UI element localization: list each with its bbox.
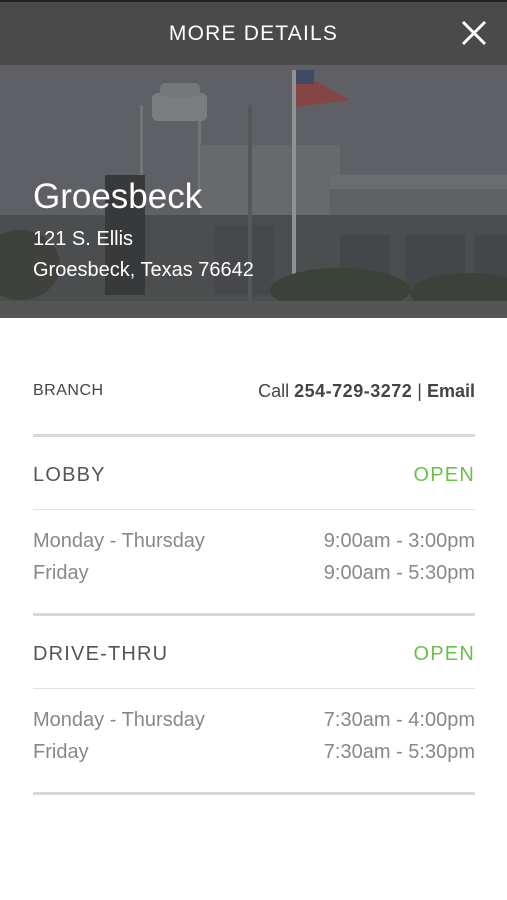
close-icon — [461, 20, 487, 46]
divider — [33, 613, 475, 616]
branch-name: Groesbeck — [33, 177, 203, 216]
contact-separator: | — [417, 380, 422, 401]
divider — [33, 792, 475, 795]
page-title: MORE DETAILS — [168, 21, 339, 45]
contact-links: Call 254-729-3272 | Email — [258, 381, 475, 402]
hours-time: 7:30am - 4:00pm — [323, 709, 475, 731]
top-bar: MORE DETAILS — [0, 0, 507, 65]
hours-time: 9:00am - 5:30pm — [323, 562, 475, 584]
lobby-header: LOBBY OPEN — [33, 464, 475, 487]
lobby-hours-row: Monday - Thursday 9:00am - 3:00pm — [33, 530, 475, 553]
divider — [33, 509, 475, 510]
lobby-status-badge: OPEN — [413, 464, 475, 486]
phone-link[interactable]: 254-729-3272 — [294, 381, 412, 401]
drive-thru-status-badge: OPEN — [413, 643, 475, 665]
lobby-hours-row: Friday 9:00am - 5:30pm — [33, 562, 475, 585]
drive-thru-hours-row: Monday - Thursday 7:30am - 4:00pm — [33, 709, 475, 732]
email-link[interactable]: Email — [427, 381, 475, 401]
address-line-2: Groesbeck, Texas 76642 — [33, 259, 254, 281]
hours-days: Monday - Thursday — [33, 530, 205, 552]
hours-time: 7:30am - 5:30pm — [323, 741, 475, 763]
hours-days: Friday — [33, 741, 89, 763]
close-button[interactable] — [459, 18, 489, 48]
drive-thru-title: DRIVE-THRU — [33, 643, 169, 665]
hours-time: 9:00am - 3:00pm — [323, 530, 475, 552]
branch-label: BRANCH — [33, 382, 104, 399]
drive-thru-header: DRIVE-THRU OPEN — [33, 643, 475, 666]
branch-contact-row: BRANCH Call 254-729-3272 | Email — [33, 378, 475, 404]
call-prefix: Call — [258, 380, 290, 401]
hours-days: Monday - Thursday — [33, 709, 205, 731]
drive-thru-hours-row: Friday 7:30am - 5:30pm — [33, 741, 475, 764]
address-line-1: 121 S. Ellis — [33, 228, 134, 250]
divider — [33, 434, 475, 437]
lobby-title: LOBBY — [33, 464, 106, 486]
branch-hero: Groesbeck 121 S. Ellis Groesbeck, Texas … — [0, 65, 507, 318]
divider — [33, 688, 475, 689]
hours-days: Friday — [33, 562, 89, 584]
